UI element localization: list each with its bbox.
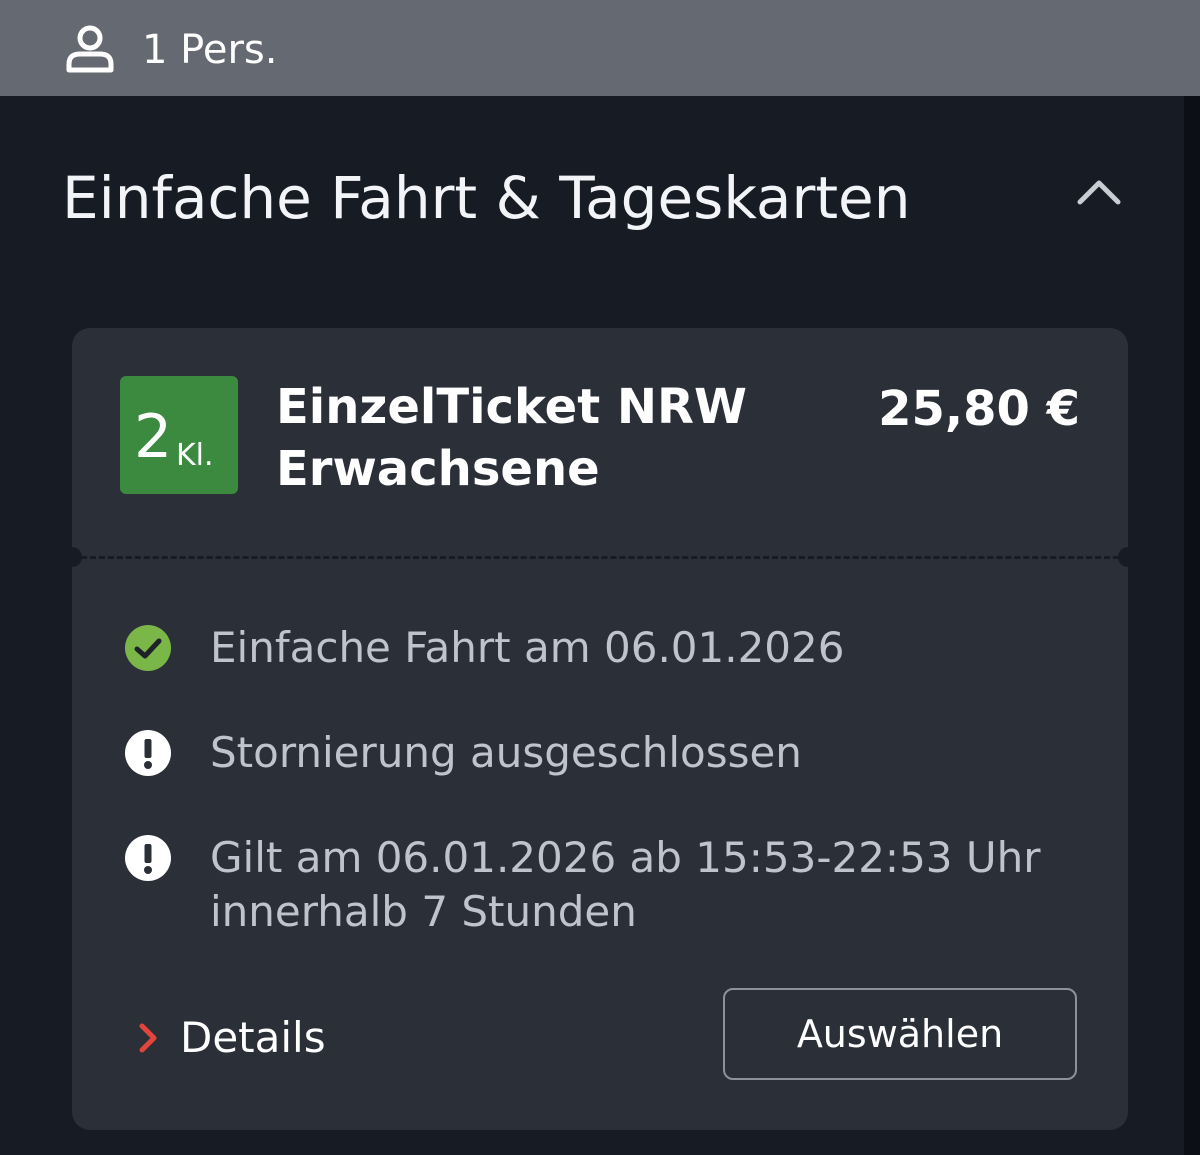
class-badge: 2 Kl.: [120, 376, 238, 494]
class-suffix: Kl.: [176, 438, 214, 473]
feature-text: Stornierung ausgeschlossen: [210, 728, 802, 777]
ticket-card: 2 Kl. EinzelTicket NRW Erwachsene 25,80 …: [62, 328, 1138, 1130]
chevron-right-icon: [139, 1023, 157, 1053]
passenger-count: 1 Pers.: [142, 27, 278, 73]
passenger-type: Erwachsene: [276, 441, 600, 497]
dashed-divider: [72, 556, 1128, 559]
ticket-name: EinzelTicket NRW Erwachsene: [276, 376, 747, 500]
person-icon: [66, 25, 114, 73]
scrollbar[interactable]: [1184, 96, 1200, 1155]
chevron-up-icon[interactable]: [1072, 172, 1126, 212]
exclamation-circle-icon: [125, 835, 171, 881]
passenger-bar[interactable]: 1 Pers.: [0, 0, 1200, 96]
select-button[interactable]: Auswählen: [723, 988, 1077, 1080]
validity-line-1: Gilt am 06.01.2026 ab 15:53-22:53 Uhr: [210, 833, 1041, 882]
exclamation-circle-icon: [125, 730, 171, 776]
ticket-title: EinzelTicket NRW: [276, 379, 747, 435]
details-label: Details: [180, 1013, 326, 1062]
feature-text: Gilt am 06.01.2026 ab 15:53-22:53 Uhr in…: [210, 831, 1040, 939]
feature-text: Einfache Fahrt am 06.01.2026: [210, 623, 845, 672]
card-notch-left: [62, 547, 82, 567]
card-notch-right: [1118, 547, 1138, 567]
class-number: 2: [134, 402, 173, 472]
section-title: Einfache Fahrt & Tageskarten: [62, 164, 911, 232]
validity-line-2: innerhalb 7 Stunden: [210, 887, 637, 936]
ticket-price: 25,80 €: [878, 381, 1080, 437]
check-circle-icon: [125, 625, 171, 671]
